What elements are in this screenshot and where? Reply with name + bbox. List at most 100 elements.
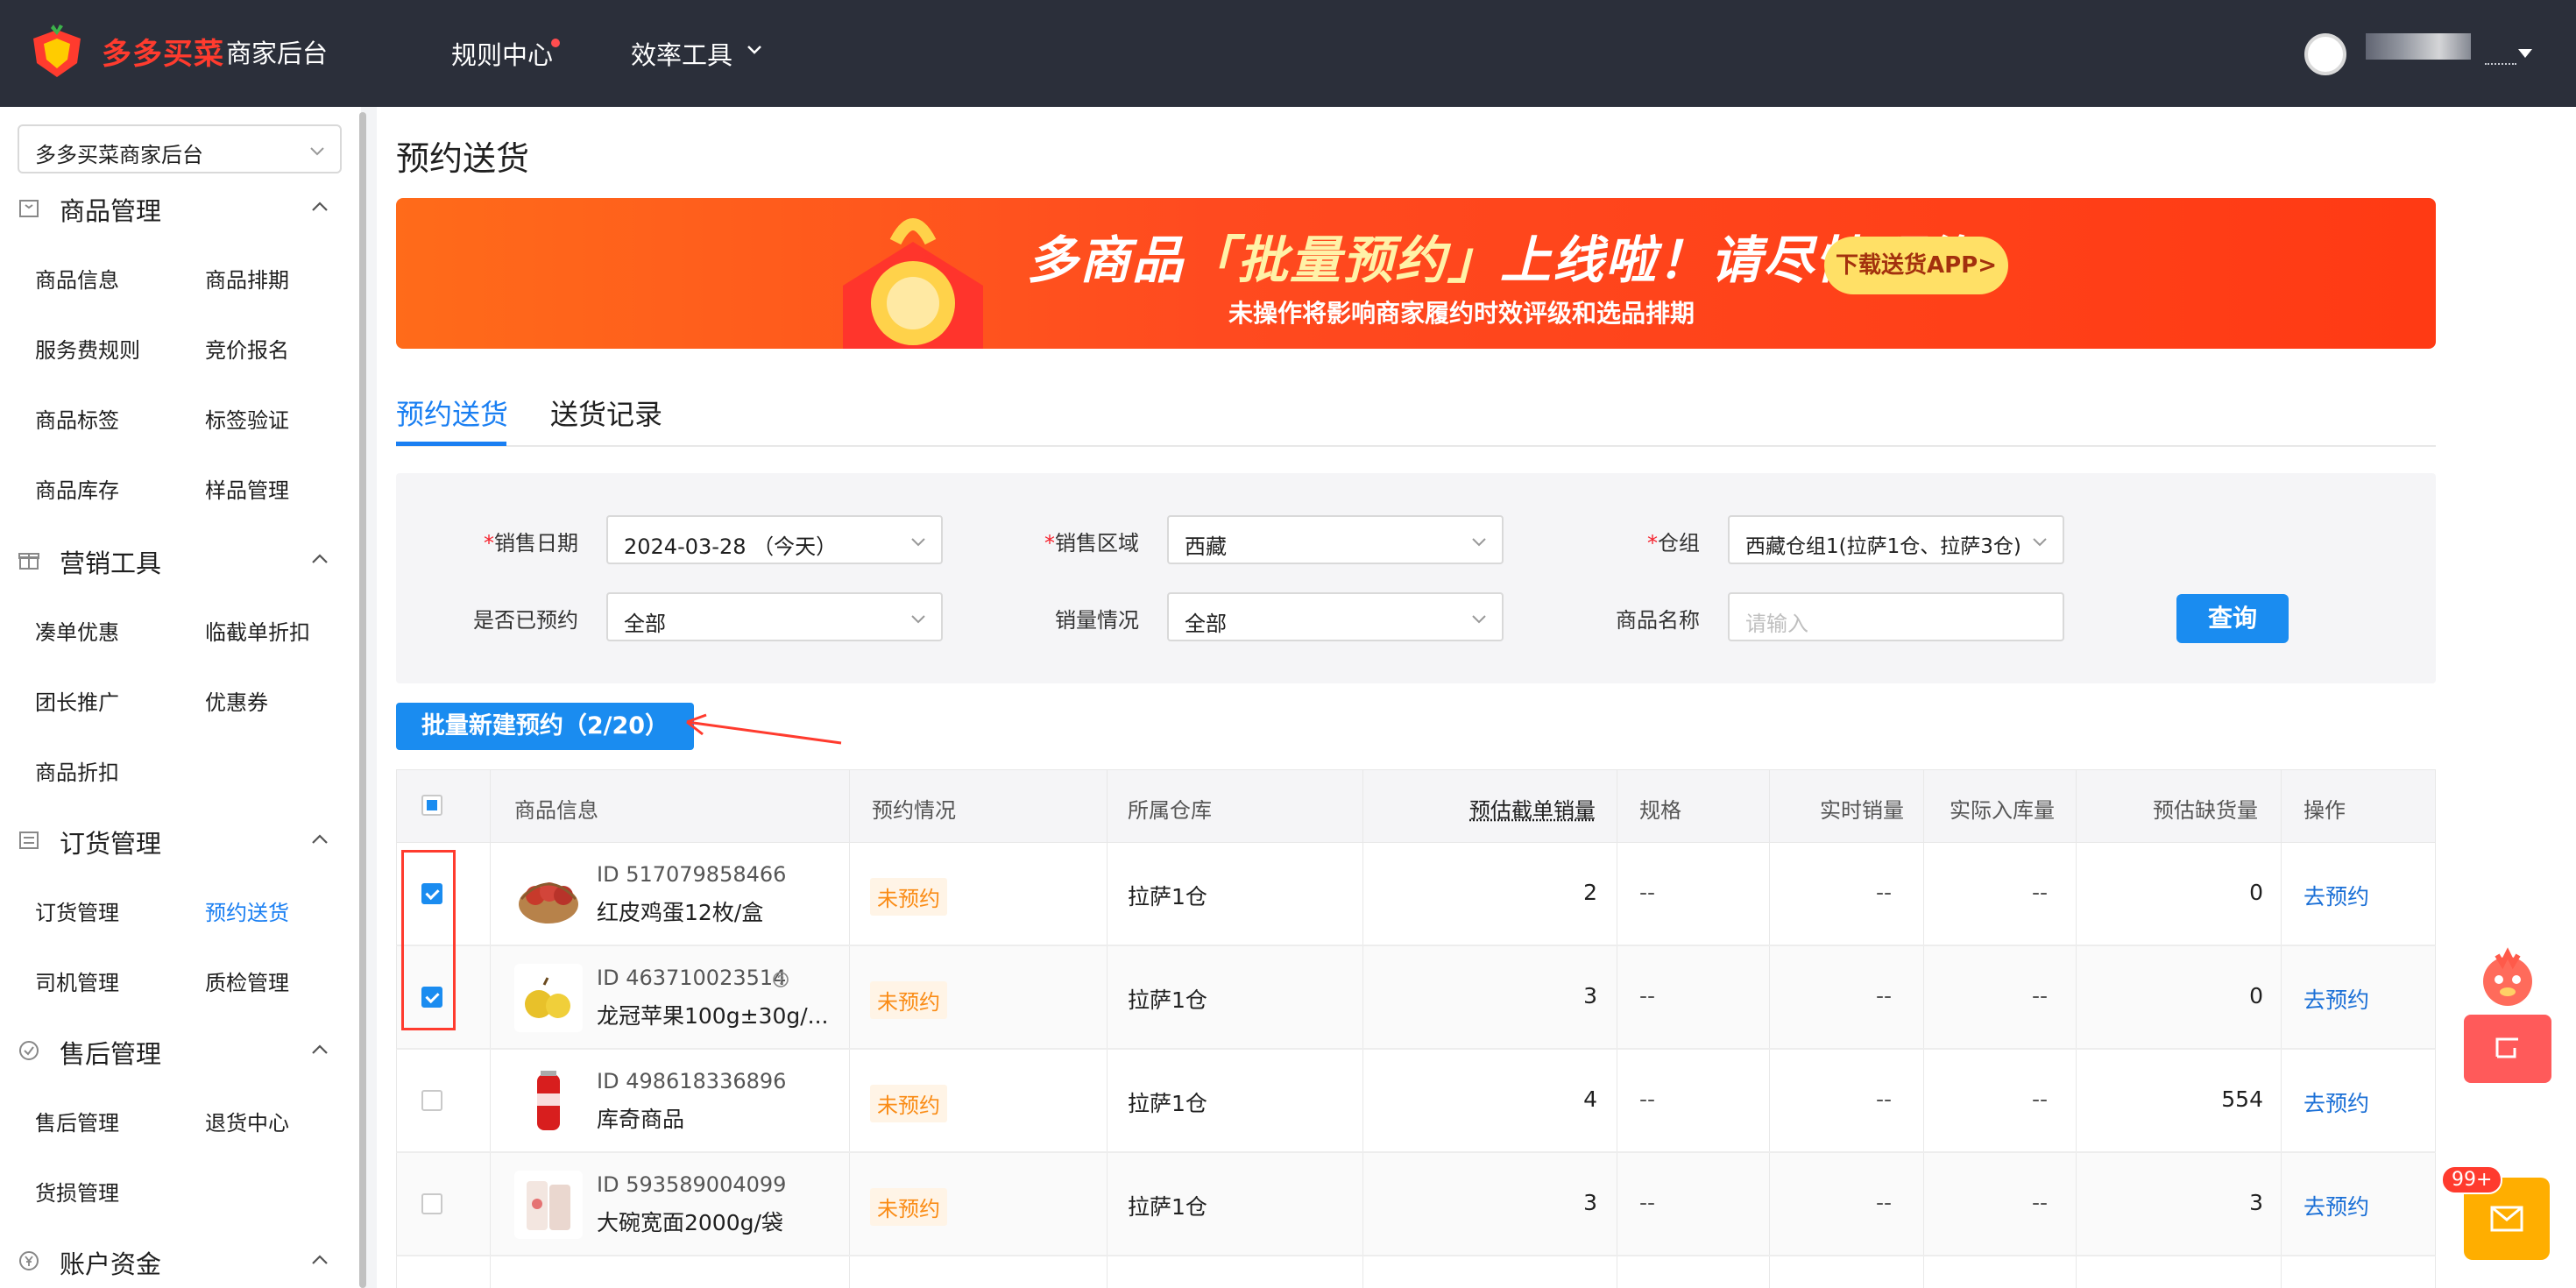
chevron-up-icon	[312, 834, 328, 844]
product-name: 龙冠苹果100g±30g/...	[597, 1003, 829, 1029]
chevron-down-icon	[1472, 538, 1486, 547]
list-icon	[19, 832, 39, 849]
sales-status-select[interactable]: 全部	[1167, 592, 1504, 641]
shortage-cell: 3	[2249, 1190, 2263, 1215]
sidebar-group-title: 营销工具	[60, 548, 162, 578]
shop-selector[interactable]: 多多买菜商家后台	[18, 124, 342, 173]
chevron-up-icon	[312, 554, 328, 563]
chevron-up-icon	[312, 1255, 328, 1264]
select-all-checkbox[interactable]	[421, 795, 442, 816]
chevron-down-icon	[911, 615, 925, 624]
sidebar-item-drivers[interactable]: 司机管理	[35, 966, 119, 996]
tab-delivery-booking[interactable]: 预约送货	[396, 393, 508, 433]
sidebar-item-returns[interactable]: 退货中心	[205, 1106, 289, 1136]
book-now-link[interactable]: 去预约	[2304, 983, 2369, 1015]
status-badge: 未预约	[870, 878, 947, 916]
feedback-mascot-icon[interactable]	[2464, 943, 2551, 1083]
sidebar-item-service-fee[interactable]: 服务费规则	[35, 333, 140, 364]
sidebar-group-title: 订货管理	[60, 829, 162, 859]
sidebar-item-order-management[interactable]: 订货管理	[35, 895, 119, 926]
sidebar-group-marketing[interactable]: 营销工具	[0, 538, 359, 582]
sidebar-item-samples[interactable]: 样品管理	[205, 473, 289, 504]
shop-selector-value: 多多买菜商家后台	[35, 143, 203, 167]
warehouse-cell: 拉萨1仓	[1128, 987, 1207, 1013]
sidebar-item-product-discount[interactable]: 商品折扣	[35, 755, 119, 786]
sidebar-item-bidding[interactable]: 竞价报名	[205, 333, 289, 364]
promo-banner[interactable]: 多商品「批量预约」上线啦！请尽快预约 未操作将影响商家履约时效评级和选品排期 下…	[396, 198, 2436, 349]
column-header: 实际入库量	[1950, 798, 2055, 823]
sidebar-group-product[interactable]: 商品管理	[0, 186, 359, 230]
brand-logo-icon	[33, 25, 81, 77]
warehouse-group-select[interactable]: 西藏仓组1(拉萨1仓、拉萨3仓)	[1728, 515, 2064, 564]
column-header: 预约情况	[872, 798, 956, 823]
tab-delivery-records[interactable]: 送货记录	[550, 393, 662, 433]
avatar[interactable]	[2304, 33, 2346, 75]
batch-create-booking-button[interactable]: 批量新建预约（2/20）	[396, 703, 694, 750]
table-row: ID 498618336896 库奇商品 未预约 拉萨1仓 4 -- -- --…	[396, 1050, 2436, 1153]
query-button[interactable]: 查询	[2176, 594, 2289, 643]
table-header: 商品信息 预约情况 所属仓库 预估截单销量 规格 实时销量 实际入库量 预估缺货…	[396, 769, 2436, 843]
book-now-link[interactable]: 去预约	[2304, 880, 2369, 911]
user-menu-caret-icon[interactable]	[2518, 49, 2532, 58]
sidebar-item-inventory[interactable]: 商品库存	[35, 473, 119, 504]
download-app-button[interactable]: 下载送货APP>	[1824, 237, 2008, 294]
nav-efficiency-tools[interactable]: 效率工具	[631, 35, 732, 72]
filter-panel	[396, 473, 2436, 683]
notification-dot	[551, 39, 560, 47]
row-checkbox[interactable]	[421, 1193, 442, 1214]
row-checkbox[interactable]	[421, 1090, 442, 1111]
sidebar-group-after-sales[interactable]: 售后管理	[0, 1029, 359, 1072]
sidebar-item-leader-promo[interactable]: 团长推广	[35, 685, 119, 716]
nav-rules-center[interactable]: 规则中心	[451, 35, 553, 72]
product-name: 红皮鸡蛋12枚/盒	[597, 900, 764, 925]
help-circle-icon[interactable]	[772, 971, 789, 988]
sale-region-label: *销售区域	[1044, 531, 1139, 556]
product-name: 大碗宽面2000g/袋	[597, 1210, 783, 1235]
column-header-sortable[interactable]: 预估截单销量	[1469, 793, 1596, 824]
sale-region-select[interactable]: 西藏	[1167, 515, 1504, 564]
product-name-input[interactable]: 请输入	[1728, 592, 2064, 641]
booked-status-select[interactable]: 全部	[606, 592, 943, 641]
inbound-cell: --	[2032, 983, 2049, 1008]
column-header: 操作	[2304, 798, 2346, 823]
column-header: 实时销量	[1820, 798, 1904, 823]
sale-date-picker[interactable]: 2024-03-28 （今天）	[606, 515, 943, 564]
sidebar-item-product-info[interactable]: 商品信息	[35, 263, 119, 294]
book-now-link[interactable]: 去预约	[2304, 1190, 2369, 1221]
username-redacted[interactable]	[2366, 33, 2471, 60]
sidebar-item-product-tags[interactable]: 商品标签	[35, 403, 119, 434]
page-title: 预约送货	[396, 139, 530, 178]
shield-check-icon	[19, 1041, 39, 1060]
chevron-down-icon[interactable]	[747, 42, 762, 58]
sidebar-item-delivery-booking[interactable]: 预约送货	[205, 895, 289, 926]
warehouse-cell: 拉萨1仓	[1128, 1194, 1207, 1220]
est-sales-cell: 4	[1583, 1086, 1597, 1112]
sidebar-item-quality-check[interactable]: 质检管理	[205, 966, 289, 996]
table-row: ID 463710023514 龙冠苹果100g±30g/... 未预约 拉萨1…	[396, 946, 2436, 1050]
sidebar-group-account-funds[interactable]: 账户资金	[0, 1239, 359, 1283]
realtime-sales-cell: --	[1876, 1190, 1893, 1215]
product-thumbnail	[514, 860, 583, 929]
sidebar-item-coupons[interactable]: 优惠券	[205, 685, 268, 716]
chevron-down-icon	[1472, 615, 1486, 624]
sidebar-item-damages[interactable]: 货损管理	[35, 1176, 119, 1207]
status-badge: 未预约	[870, 1085, 947, 1122]
tabs-divider	[396, 445, 2436, 447]
sidebar-item-cutoff-discount[interactable]: 临截单折扣	[205, 615, 310, 646]
sidebar-item-tag-verify[interactable]: 标签验证	[205, 403, 289, 434]
product-thumbnail	[514, 964, 583, 1032]
sidebar-scrollbar[interactable]	[359, 112, 366, 1288]
inbound-cell: --	[2032, 1190, 2049, 1215]
sidebar-item-product-schedule[interactable]: 商品排期	[205, 263, 289, 294]
sidebar-group-title: 售后管理	[60, 1039, 162, 1069]
product-id: ID 498618336896	[597, 1069, 787, 1093]
sidebar-group-ordering[interactable]: 订货管理	[0, 818, 359, 862]
product-name: 库奇商品	[597, 1107, 685, 1132]
shortage-cell: 554	[2221, 1086, 2263, 1112]
sidebar-item-after-sales[interactable]: 售后管理	[35, 1106, 119, 1136]
sidebar-item-bundle-discount[interactable]: 凑单优惠	[35, 615, 119, 646]
book-now-link[interactable]: 去预约	[2304, 1086, 2369, 1118]
product-thumbnail	[514, 1067, 583, 1136]
spec-cell: --	[1639, 880, 1656, 905]
realtime-sales-cell: --	[1876, 983, 1893, 1008]
